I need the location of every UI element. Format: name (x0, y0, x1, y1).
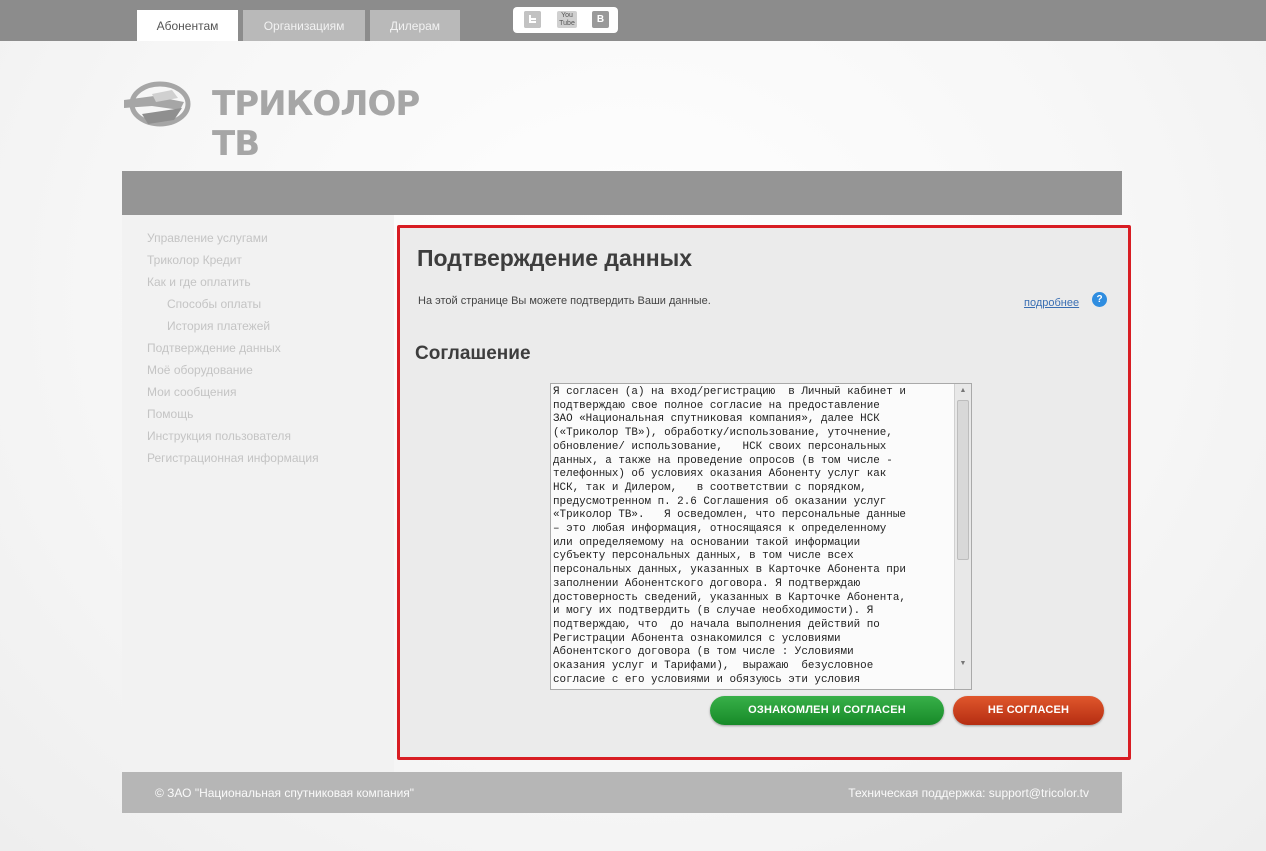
panel-content: Подтверждение данных На этой странице Вы… (400, 228, 1128, 757)
tab-dealers[interactable]: Дилерам (370, 10, 460, 41)
social-links: You Tube В (513, 7, 618, 33)
footer: © ЗАО "Национальная спутниковая компания… (122, 772, 1122, 813)
copyright-text: © ЗАО "Национальная спутниковая компания… (155, 786, 415, 800)
twitter-icon[interactable] (524, 11, 541, 28)
sidebar-item-payment-methods[interactable]: Способы оплаты (167, 297, 261, 311)
scroll-thumb[interactable] (957, 400, 969, 560)
sidebar-item-registration-info[interactable]: Регистрационная информация (147, 451, 319, 465)
confirmation-panel: Подтверждение данных На этой странице Вы… (397, 225, 1131, 760)
sidebar-item-help[interactable]: Помощь (147, 407, 193, 421)
header-band (122, 171, 1122, 215)
sidebar-item-credit[interactable]: Триколор Кредит (147, 253, 242, 267)
agreement-text: Я согласен (а) на вход/регистрацию в Лич… (553, 386, 906, 686)
intro-text: На этой странице Вы можете подтвердить В… (418, 295, 711, 307)
agreement-scrollbar[interactable]: ▲ ▼ (954, 384, 971, 689)
scroll-down-icon[interactable]: ▼ (955, 657, 971, 671)
youtube-icon[interactable]: You Tube (557, 11, 577, 28)
agree-button[interactable]: ОЗНАКОМЛЕН И СОГЛАСЕН (710, 696, 944, 725)
sidebar: Управление услугами Триколор Кредит Как … (122, 215, 394, 772)
top-bar: Абонентам Организациям Дилерам You Tube … (0, 0, 1266, 41)
sidebar-item-data-confirmation[interactable]: Подтверждение данных (147, 341, 281, 355)
sidebar-item-how-to-pay[interactable]: Как и где оплатить (147, 275, 251, 289)
sidebar-item-messages[interactable]: Мои сообщения (147, 385, 236, 399)
sidebar-item-user-guide[interactable]: Инструкция пользователя (147, 429, 291, 443)
sidebar-item-services[interactable]: Управление услугами (147, 231, 268, 245)
section-title: Соглашение (415, 343, 531, 364)
tab-organizations[interactable]: Организациям (243, 10, 365, 41)
sidebar-item-payment-history[interactable]: История платежей (167, 319, 270, 333)
support-contact[interactable]: Техническая поддержка: support@tricolor.… (848, 786, 1089, 800)
tab-subscribers[interactable]: Абонентам (137, 10, 238, 41)
scroll-up-icon[interactable]: ▲ (955, 384, 971, 398)
help-icon[interactable]: ? (1092, 292, 1107, 307)
logo-text: ТРИКОЛОР ТВ (212, 84, 420, 164)
sidebar-item-equipment[interactable]: Моё оборудование (147, 363, 253, 377)
page-title: Подтверждение данных (417, 245, 693, 271)
agreement-textarea[interactable]: Я согласен (а) на вход/регистрацию в Лич… (550, 383, 972, 690)
more-link[interactable]: подробнее (1024, 297, 1079, 309)
logo-mark-icon (124, 81, 191, 127)
disagree-button[interactable]: НЕ СОГЛАСЕН (953, 696, 1104, 725)
vk-icon[interactable]: В (592, 11, 609, 28)
tricolor-logo[interactable]: ТРИКОЛОР ТВ (122, 80, 432, 164)
